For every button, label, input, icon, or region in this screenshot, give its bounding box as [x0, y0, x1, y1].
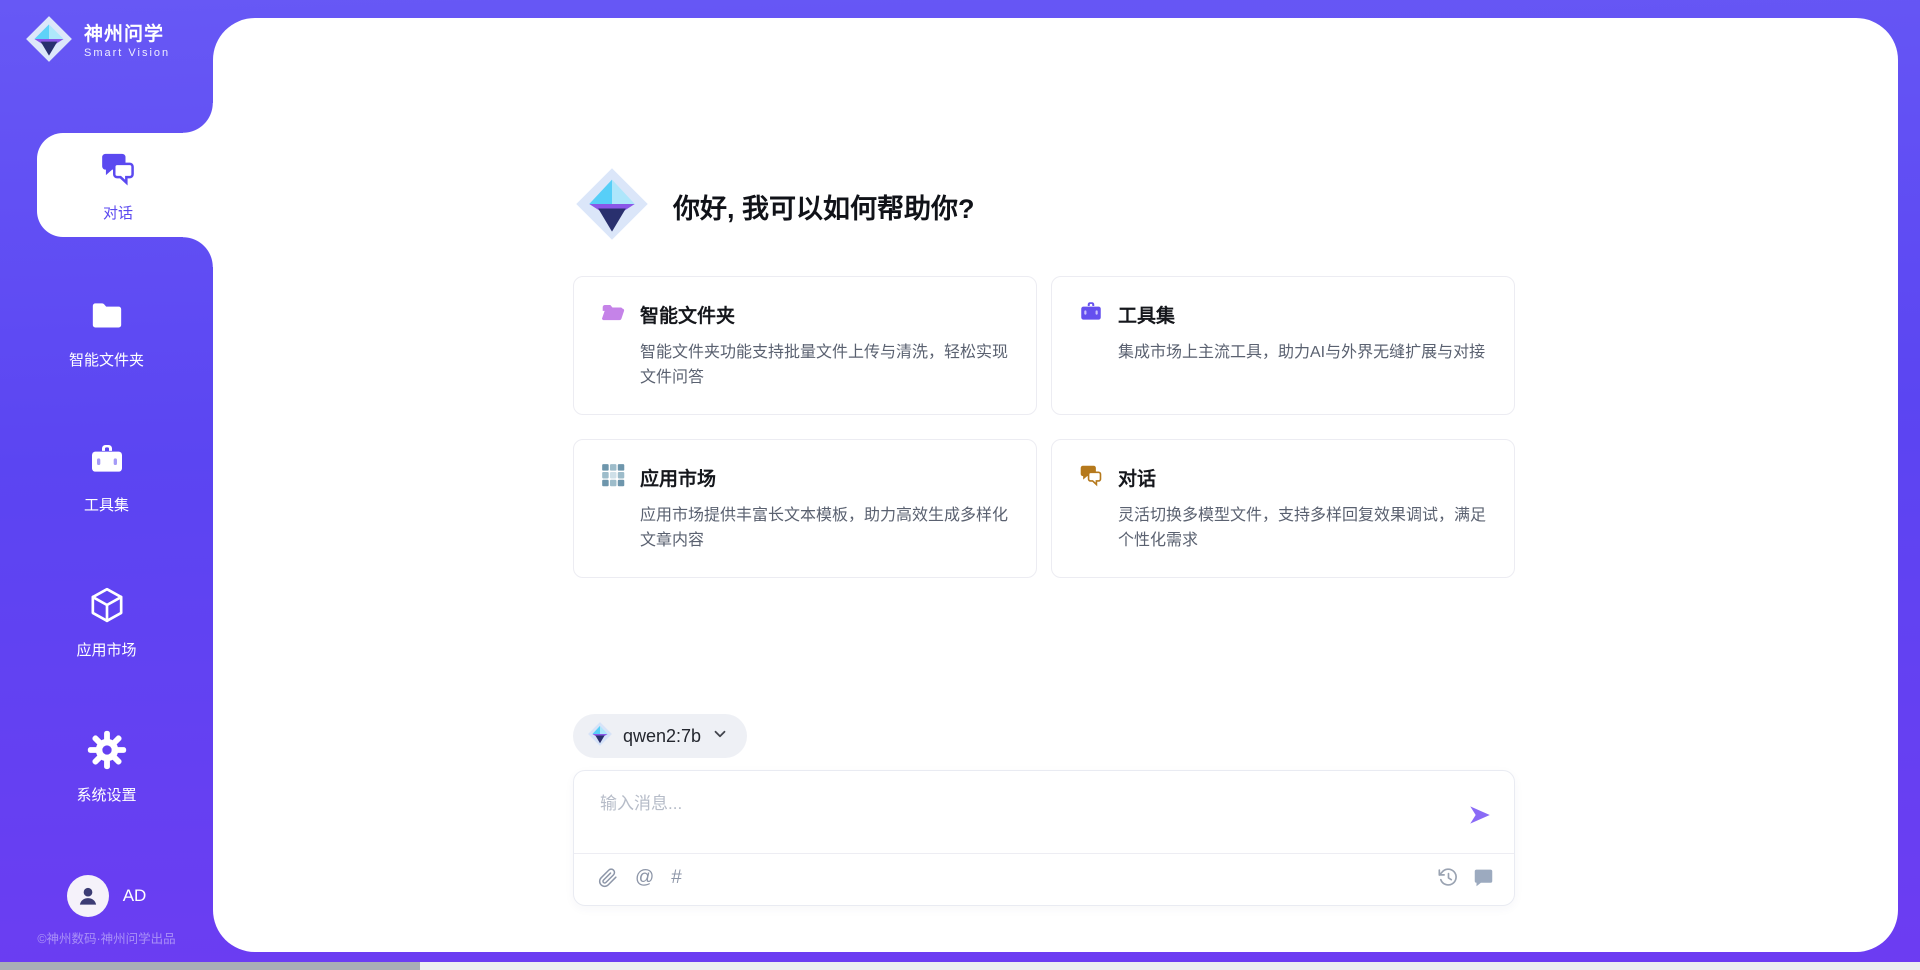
composer-divider	[574, 853, 1514, 854]
composer-right-tools	[1438, 867, 1494, 888]
brand-diamond-icon	[24, 14, 74, 69]
brand-subtitle: Smart Vision	[84, 47, 170, 59]
composer-tools: @ #	[598, 867, 682, 889]
toolbox-icon	[1078, 299, 1104, 330]
sidebar-item-settings[interactable]: 系统设置	[0, 715, 213, 819]
brand-title: 神州问学	[84, 24, 170, 46]
card-smart-folder[interactable]: 智能文件夹 智能文件夹功能支持批量文件上传与清洗，轻松实现文件问答	[573, 276, 1037, 415]
user-name: AD	[123, 886, 147, 906]
card-chat[interactable]: 对话 灵活切换多模型文件，支持多样回复效果调试，满足个性化需求	[1051, 439, 1515, 578]
horizontal-scrollbar	[0, 962, 1920, 970]
history-icon[interactable]	[1438, 867, 1459, 888]
mention-icon[interactable]: @	[635, 867, 654, 889]
composer: @ #	[573, 770, 1515, 906]
hashtag-icon[interactable]: #	[671, 867, 682, 889]
gear-icon	[87, 730, 127, 775]
card-app-market[interactable]: 应用市场 应用市场提供丰富长文本模板，助力高效生成多样化文章内容	[573, 439, 1037, 578]
model-name: qwen2:7b	[623, 726, 701, 747]
message-input[interactable]	[598, 787, 1442, 821]
card-title: 工具集	[1118, 301, 1175, 328]
sidebar-item-app-market[interactable]: 应用市场	[0, 570, 213, 674]
sidebar-item-chat[interactable]: 对话	[37, 133, 213, 237]
card-title: 智能文件夹	[640, 301, 735, 328]
comment-icon[interactable]	[1473, 867, 1494, 888]
sidebar-item-label: 应用市场	[76, 639, 136, 660]
greeting-text: 你好, 我可以如何帮助你?	[673, 187, 975, 226]
toolbox-icon	[87, 440, 127, 485]
card-title: 对话	[1118, 464, 1156, 491]
user-profile[interactable]: AD	[0, 866, 213, 926]
folder-open-icon	[600, 299, 626, 330]
cube-icon	[87, 585, 127, 630]
brand: 神州问学 Smart Vision	[24, 14, 170, 69]
app-grid-icon	[600, 462, 626, 493]
sidebar-item-smart-folder[interactable]: 智能文件夹	[0, 280, 213, 384]
chat-bubbles-icon	[1078, 462, 1104, 493]
main-content: 你好, 我可以如何帮助你? 智能文件夹 智能文件夹功能支持批量文件上传与清洗，轻…	[573, 18, 1515, 952]
scrollbar-thumb[interactable]	[0, 962, 420, 970]
sidebar: 神州问学 Smart Vision 对话 智能文件夹	[0, 0, 213, 970]
main-panel: 你好, 我可以如何帮助你? 智能文件夹 智能文件夹功能支持批量文件上传与清洗，轻…	[213, 18, 1898, 952]
card-toolset[interactable]: 工具集 集成市场上主流工具，助力AI与外界无缝扩展与对接	[1051, 276, 1515, 415]
chevron-down-icon	[711, 725, 729, 748]
sidebar-item-label: 工具集	[84, 494, 129, 515]
brand-diamond-icon	[573, 165, 651, 248]
sidebar-item-label: 智能文件夹	[69, 349, 144, 370]
person-avatar-icon	[67, 875, 109, 917]
card-title: 应用市场	[640, 464, 716, 491]
greeting: 你好, 我可以如何帮助你?	[573, 165, 975, 248]
model-selector[interactable]: qwen2:7b	[573, 714, 747, 758]
brand-diamond-icon	[587, 721, 613, 752]
sidebar-item-toolset[interactable]: 工具集	[0, 425, 213, 529]
chat-bubbles-icon	[98, 148, 138, 193]
sidebar-item-label: 对话	[103, 202, 133, 223]
card-description: 集成市场上主流工具，助力AI与外界无缝扩展与对接	[1118, 340, 1488, 365]
folder-icon	[87, 295, 127, 340]
sidebar-item-label: 系统设置	[76, 784, 136, 805]
feature-cards: 智能文件夹 智能文件夹功能支持批量文件上传与清洗，轻松实现文件问答 工具集	[573, 276, 1515, 578]
card-description: 应用市场提供丰富长文本模板，助力高效生成多样化文章内容	[640, 503, 1010, 553]
send-icon[interactable]	[1466, 801, 1494, 829]
card-description: 灵活切换多模型文件，支持多样回复效果调试，满足个性化需求	[1118, 503, 1488, 553]
paperclip-icon[interactable]	[598, 868, 618, 888]
card-description: 智能文件夹功能支持批量文件上传与清洗，轻松实现文件问答	[640, 340, 1010, 390]
sidebar-footer: ©神州数码·神州问学出品	[0, 928, 213, 947]
